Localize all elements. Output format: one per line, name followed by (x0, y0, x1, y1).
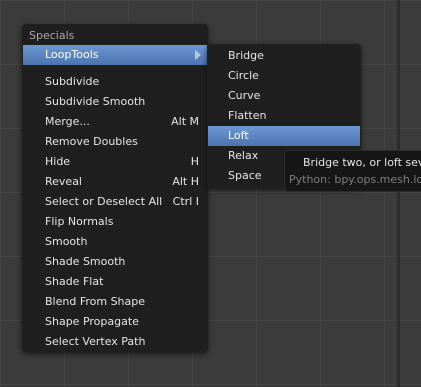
menu-item-label: Merge... (45, 115, 90, 128)
menu-item-label: Reveal (45, 175, 82, 188)
specials-menu: Specials LoopTools Subdivide Subdivide S… (22, 24, 208, 352)
submenu-item-loft[interactable]: Loft (208, 126, 360, 146)
menu-item-label: Subdivide Smooth (45, 95, 146, 108)
menu-item-label: Relax (228, 149, 259, 162)
menu-item-label: Bridge (228, 49, 264, 62)
menu-item-label: Hide (45, 155, 71, 168)
menu-item-label: Loft (228, 129, 249, 142)
menu-title: Specials (29, 29, 75, 42)
menu-item-label: Select or Deselect All (45, 195, 163, 208)
menu-item-label: Flip Normals (45, 215, 114, 228)
submenu-item-bridge[interactable]: Bridge (208, 46, 360, 66)
menu-item-reveal[interactable]: Reveal Alt H (23, 172, 207, 192)
menu-item-label: Blend From Shape (45, 295, 146, 308)
menu-item-shade-smooth[interactable]: Shade Smooth (23, 252, 207, 272)
tooltip-description: Bridge two, or loft sever (303, 156, 421, 169)
menu-item-shortcut: H (190, 155, 199, 168)
menu-item-label: Flatten (228, 109, 267, 122)
menu-item-label: LoopTools (45, 48, 99, 61)
menu-item-label: Shade Flat (45, 275, 104, 288)
menu-item-label: Curve (228, 89, 261, 102)
submenu-item-curve[interactable]: Curve (208, 86, 360, 106)
menu-item-label: Shade Smooth (45, 255, 126, 268)
submenu-arrow-icon (195, 50, 201, 60)
menu-item-merge[interactable]: Merge... Alt M (23, 112, 207, 132)
menu-item-label: Circle (228, 69, 259, 82)
menu-item-shortcut: Ctrl I (172, 195, 199, 208)
menu-item-label: Subdivide (45, 75, 100, 88)
menu-item-looptools[interactable]: LoopTools (23, 45, 207, 65)
menu-item-remove-doubles[interactable]: Remove Doubles (23, 132, 207, 152)
menu-item-hide[interactable]: Hide H (23, 152, 207, 172)
menu-item-flip-normals[interactable]: Flip Normals (23, 212, 207, 232)
menu-item-label: Smooth (45, 235, 88, 248)
menu-item-select-deselect-all[interactable]: Select or Deselect All Ctrl I (23, 192, 207, 212)
menu-item-select-vertex-path[interactable]: Select Vertex Path (23, 332, 207, 352)
menu-item-shortcut: Alt M (171, 115, 199, 128)
menu-item-label: Shape Propagate (45, 315, 139, 328)
menu-item-subdivide-smooth[interactable]: Subdivide Smooth (23, 92, 207, 112)
menu-item-shape-propagate[interactable]: Shape Propagate (23, 312, 207, 332)
menu-item-smooth[interactable]: Smooth (23, 232, 207, 252)
menu-item-label: Space (228, 169, 262, 182)
menu-item-subdivide[interactable]: Subdivide (23, 72, 207, 92)
menu-item-shortcut: Alt H (172, 175, 199, 188)
menu-item-shade-flat[interactable]: Shade Flat (23, 272, 207, 292)
submenu-item-circle[interactable]: Circle (208, 66, 360, 86)
menu-item-label: Remove Doubles (45, 135, 138, 148)
menu-item-blend-from-shape[interactable]: Blend From Shape (23, 292, 207, 312)
menu-item-label: Select Vertex Path (45, 335, 146, 348)
tooltip: Bridge two, or loft sever Python: bpy.op… (284, 150, 421, 192)
viewport-edge-divider[interactable] (397, 0, 400, 387)
tooltip-python-path: Python: bpy.ops.mesh.loop (289, 173, 421, 186)
submenu-item-flatten[interactable]: Flatten (208, 106, 360, 126)
